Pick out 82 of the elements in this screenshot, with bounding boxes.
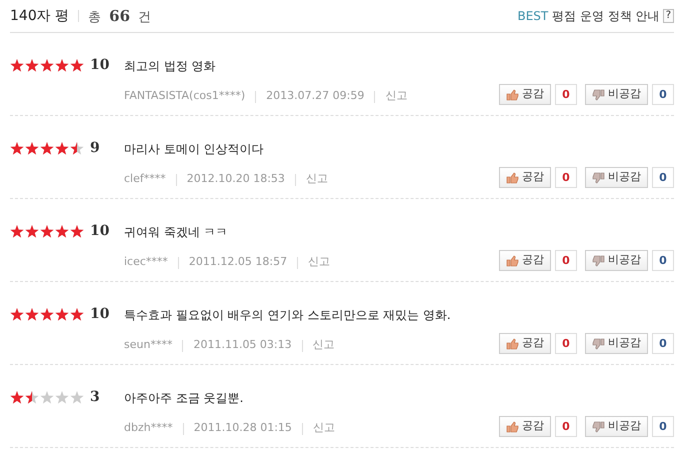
star-icon xyxy=(25,308,39,320)
star-icon xyxy=(70,224,84,238)
like-count: 0 xyxy=(555,250,577,271)
star-icon xyxy=(55,58,69,72)
dislike-button[interactable]: 비공감 xyxy=(585,167,648,188)
dislike-count: 0 xyxy=(652,416,674,437)
thumbs-up-icon xyxy=(506,420,519,432)
star-icon xyxy=(40,308,54,320)
author-name: icec**** xyxy=(124,254,168,270)
total-label: 총 xyxy=(88,8,102,27)
score: 9 xyxy=(90,139,101,158)
star-icon xyxy=(10,142,24,154)
author-name: dbzh**** xyxy=(124,420,173,436)
author-name: clef**** xyxy=(124,171,166,188)
comment-text: 특수효과 필요없이 배우의 연기와 스토리만으로 재밌는 영화. xyxy=(124,306,451,324)
thumbs-down-icon xyxy=(592,88,605,100)
star-icon xyxy=(40,58,54,72)
like-button[interactable]: 공감 xyxy=(499,250,551,271)
dislike-button[interactable]: 비공감 xyxy=(585,84,648,105)
star-icon xyxy=(55,390,69,404)
best-link[interactable]: BEST xyxy=(517,7,548,25)
star-icon xyxy=(55,224,69,238)
comment-text: 마리사 토메이 인상적이다 xyxy=(124,140,264,158)
dislike-button[interactable]: 비공감 xyxy=(585,416,648,437)
post-date: 2011.11.05 03:13 xyxy=(193,337,292,354)
star-icon xyxy=(25,224,39,238)
thumbs-down-icon xyxy=(592,338,605,350)
score: 3 xyxy=(90,388,101,407)
like-count: 0 xyxy=(555,333,577,354)
thumbs-down-icon xyxy=(592,172,605,184)
dislike-count: 0 xyxy=(652,250,674,271)
thumbs-up-icon xyxy=(506,254,519,266)
star-icon xyxy=(70,390,84,404)
author-name: seun**** xyxy=(124,337,172,354)
dislike-button[interactable]: 비공감 xyxy=(585,333,648,354)
comment-text: 최고의 법정 영화 xyxy=(124,58,216,74)
like-button[interactable]: 공감 xyxy=(499,416,551,437)
like-button[interactable]: 공감 xyxy=(499,167,551,188)
author-name: FANTASISTA(cos1****) xyxy=(124,88,246,104)
dislike-button[interactable]: 비공감 xyxy=(585,250,648,271)
score: 10 xyxy=(90,305,110,324)
star-icon xyxy=(10,58,24,72)
total-count: 66 xyxy=(109,6,130,27)
total-unit: 건 xyxy=(138,8,152,27)
like-count: 0 xyxy=(555,84,577,105)
star-icon xyxy=(10,390,24,404)
comment-text: 아주아주 조금 웃길뿐. xyxy=(124,390,244,406)
comment-text: 귀여워 죽겠네 ㅋㅋ xyxy=(124,224,228,240)
score: 10 xyxy=(90,56,110,75)
thumbs-up-icon xyxy=(506,338,519,350)
score: 10 xyxy=(90,222,110,241)
thumbs-down-icon xyxy=(592,254,605,266)
star-icon xyxy=(10,308,24,320)
like-button[interactable]: 공감 xyxy=(499,333,551,354)
like-button[interactable]: 공감 xyxy=(499,84,551,105)
dislike-count: 0 xyxy=(652,84,674,105)
star-icon xyxy=(25,142,39,154)
post-date: 2013.07.27 09:59 xyxy=(266,88,364,104)
star-icon xyxy=(70,308,84,320)
star-icon xyxy=(25,390,39,404)
like-count: 0 xyxy=(555,167,577,188)
star-icon xyxy=(40,224,54,238)
section-title: 140자 평 xyxy=(10,6,70,26)
star-icon xyxy=(55,142,69,154)
thumbs-down-icon xyxy=(592,420,605,432)
thumbs-up-icon xyxy=(506,172,519,184)
star-icon xyxy=(40,142,54,154)
post-date: 2011.10.28 01:15 xyxy=(194,420,292,436)
star-icon xyxy=(70,58,84,72)
star-icon xyxy=(40,390,54,404)
post-date: 2012.10.20 18:53 xyxy=(186,171,285,188)
star-icon xyxy=(25,58,39,72)
post-date: 2011.12.05 18:57 xyxy=(188,254,288,270)
dislike-count: 0 xyxy=(652,167,674,188)
star-icon xyxy=(55,308,69,320)
help-button[interactable]: ? xyxy=(662,9,674,23)
thumbs-up-icon xyxy=(506,88,519,100)
policy-link[interactable]: 평점 운영 정책 안내 xyxy=(552,7,660,25)
dislike-count: 0 xyxy=(652,333,674,354)
star-icon xyxy=(70,142,84,154)
star-icon xyxy=(10,224,24,238)
like-count: 0 xyxy=(555,416,577,437)
